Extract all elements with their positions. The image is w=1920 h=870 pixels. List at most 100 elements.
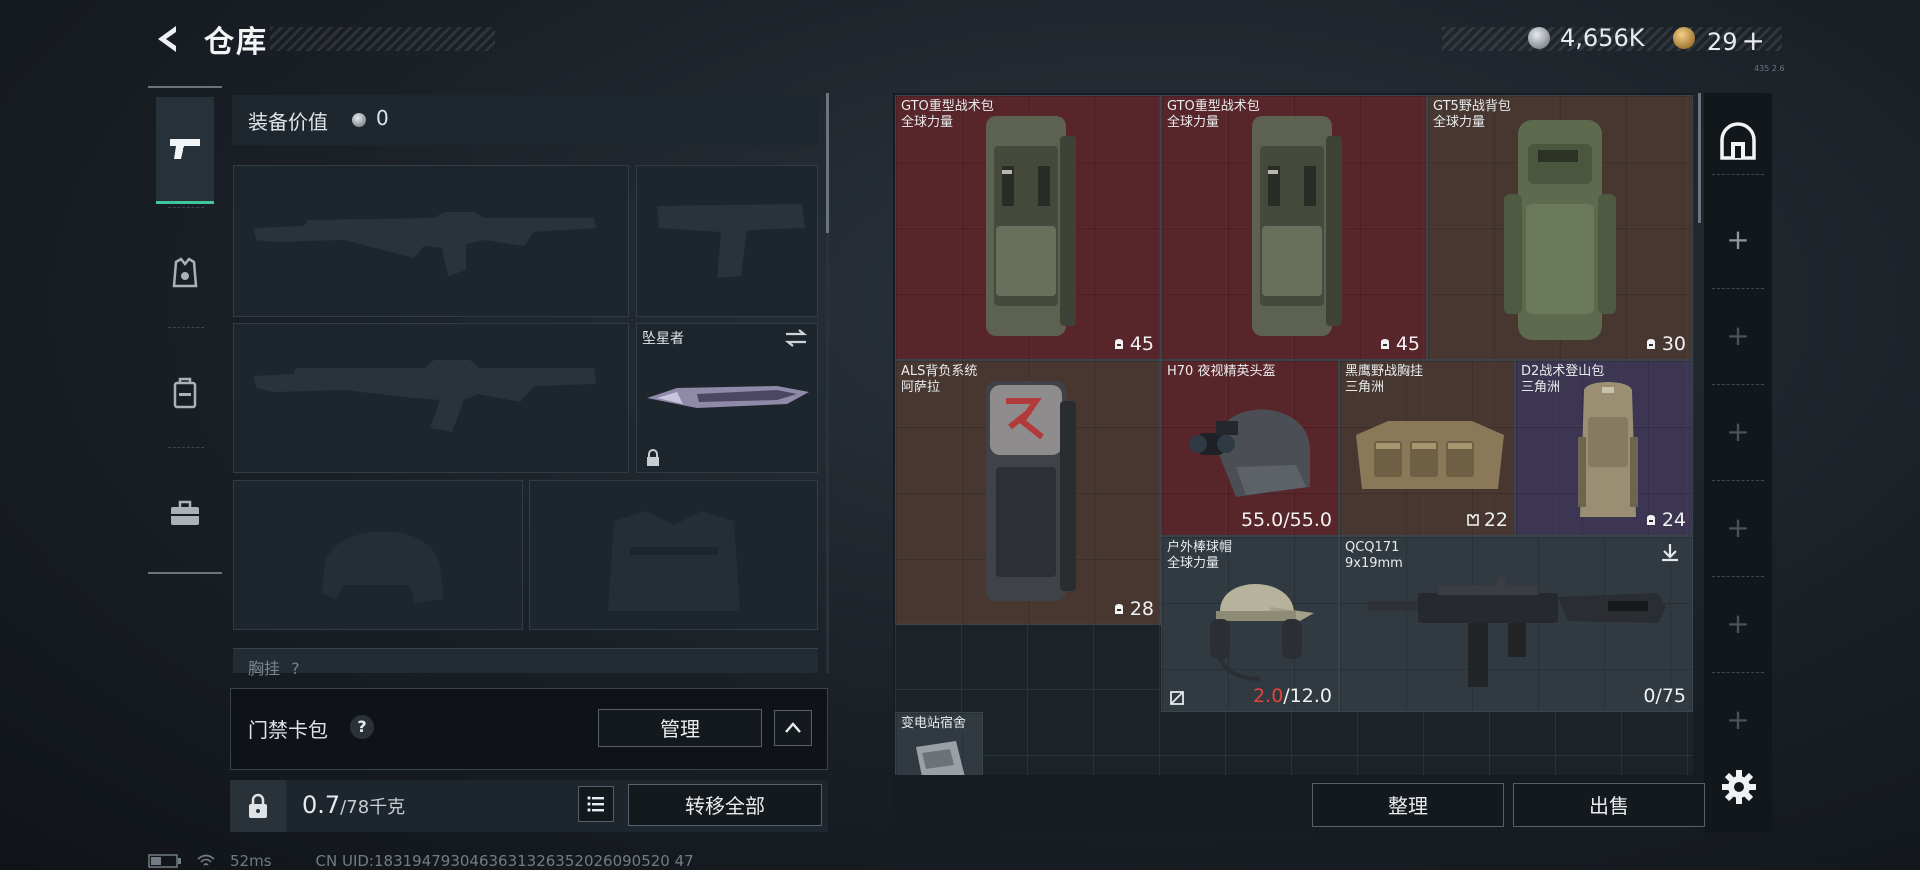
stash-page-1-tab[interactable]	[1712, 110, 1764, 175]
equipment-value: 0	[376, 106, 389, 130]
tab-case[interactable]	[156, 461, 214, 565]
durability-badge: 55.0/55.0	[1241, 509, 1332, 531]
melee-name: 坠星者	[642, 331, 684, 347]
sell-button[interactable]: 出售	[1513, 783, 1705, 827]
carry-weight-current: 0.7	[302, 791, 341, 819]
chest-rig-slot-header[interactable]	[233, 648, 818, 673]
rifle-silhouette-icon	[254, 212, 596, 276]
status-bar: 52ms CN UID:1831947930463631326352026090…	[148, 852, 694, 870]
loadout-scrollbar[interactable]	[826, 93, 829, 233]
add-stash-page-button[interactable]: +	[1724, 322, 1752, 350]
vest-icon	[172, 257, 198, 288]
stash-item[interactable]: H70 夜视精英头盔 55.0/55.0	[1161, 360, 1339, 536]
stash-item[interactable]: 黑鹰野战胸挂 三角洲 22	[1339, 360, 1515, 536]
add-stash-page-button[interactable]: +	[1724, 610, 1752, 638]
collapse-button[interactable]	[774, 710, 812, 746]
backpack-capacity-icon	[1646, 339, 1655, 349]
primary-weapon-slot-2[interactable]	[233, 323, 629, 473]
item-subtitle: 全球力量	[1433, 115, 1486, 130]
chest-rig-label: 胸挂 ?	[248, 655, 300, 679]
item-subtitle: 三角洲	[1521, 380, 1561, 395]
backpack-icon	[986, 116, 1076, 336]
stash-scrollbar[interactable]	[1698, 93, 1701, 223]
item-title: GT5野战背包	[1433, 99, 1511, 114]
ticket-balance[interactable]: 29 +	[1707, 24, 1765, 57]
back-button[interactable]	[150, 22, 184, 56]
item-title: GTO重型战术包	[1167, 99, 1260, 114]
stash-item[interactable]: 变电站宿舍	[895, 712, 983, 775]
armor-silhouette-icon	[608, 511, 740, 611]
stash-item[interactable]: GT5野战背包 全球力量 30	[1427, 95, 1693, 360]
add-stash-page-button[interactable]: +	[1724, 514, 1752, 542]
title-decoration	[270, 27, 495, 51]
weight-lock-button[interactable]	[230, 780, 286, 832]
night-vision-helmet-icon	[1189, 409, 1310, 497]
item-subtitle: 全球力量	[1167, 556, 1220, 571]
download-icon[interactable]	[1658, 541, 1682, 565]
capacity-value: 22	[1483, 509, 1508, 531]
backpack-icon	[1504, 120, 1616, 340]
add-stash-page-button[interactable]: +	[1724, 706, 1752, 734]
item-subtitle: 全球力量	[1167, 115, 1220, 130]
item-title: 户外棒球帽	[1167, 540, 1233, 555]
add-stash-page-button[interactable]: +	[1724, 226, 1752, 254]
keycard-label: 门禁卡包	[248, 718, 328, 742]
item-title: QCQ171	[1345, 540, 1400, 555]
item-title: 黑鹰野战胸挂	[1345, 364, 1424, 379]
capacity-value: 24	[1661, 509, 1686, 531]
stash-item[interactable]: 户外棒球帽 全球力量 2.0/12.0	[1161, 536, 1339, 712]
item-subtitle: 阿萨拉	[901, 380, 941, 395]
manage-keycard-button[interactable]: 管理	[598, 709, 762, 747]
helmet-silhouette-icon	[322, 531, 444, 603]
keycard-help-icon[interactable]: ?	[350, 715, 374, 739]
tab-backpack[interactable]	[156, 341, 214, 445]
add-stash-page-button[interactable]: +	[1724, 418, 1752, 446]
swap-icon[interactable]	[784, 328, 808, 348]
sort-button[interactable]: 整理	[1312, 783, 1504, 827]
briefcase-icon	[171, 500, 199, 525]
lock-icon	[644, 449, 662, 467]
capacity-badge: 45	[1112, 333, 1154, 355]
tab-divider	[168, 207, 204, 209]
stash-item[interactable]: ALS背负系统 阿萨拉 28	[895, 360, 1161, 625]
equipment-value-label: 装备价值	[248, 110, 328, 134]
chest-rig-icon	[1356, 421, 1504, 489]
user-uid: CN UID:1831947930463631326352026090520 4…	[315, 852, 694, 870]
primary-weapon-slot-1[interactable]	[233, 165, 629, 317]
item-name: 黑鹰野战胸挂 三角洲	[1345, 364, 1423, 396]
capacity-badge: 22	[1466, 509, 1508, 531]
durability-max: /55.0	[1283, 509, 1332, 531]
stash-page-divider	[1712, 576, 1764, 577]
add-ticket-button[interactable]: +	[1742, 24, 1765, 57]
pistol-slot[interactable]	[636, 165, 818, 317]
tab-armor[interactable]	[156, 221, 214, 325]
item-title: H70 夜视精英头盔	[1167, 364, 1276, 379]
settings-button[interactable]	[1720, 768, 1758, 806]
stash-page-divider	[1712, 672, 1764, 673]
list-view-button[interactable]	[578, 786, 614, 822]
stash-item[interactable]: QCQ171 9x19mm 0/75	[1339, 536, 1693, 712]
capacity-value: 28	[1129, 598, 1154, 620]
helmet-slot[interactable]	[233, 480, 523, 630]
backpack-capacity-icon	[1646, 515, 1655, 525]
chevron-up-icon	[785, 722, 801, 733]
armor-slot[interactable]	[529, 480, 818, 630]
tab-weapons[interactable]	[156, 97, 214, 204]
tab-divider	[168, 327, 204, 329]
vest-capacity-icon	[1467, 514, 1479, 526]
lock-icon	[249, 793, 267, 818]
stash-item[interactable]: GTO重型战术包 全球力量 45	[895, 95, 1161, 360]
help-icon: ?	[291, 659, 300, 678]
stash-item[interactable]: D2战术登山包 三角洲 24	[1515, 360, 1693, 536]
tabs-bracket-bottom	[148, 572, 222, 574]
loadout-tabs	[148, 87, 224, 574]
transfer-all-button[interactable]: 转移全部	[628, 784, 822, 826]
list-icon	[587, 796, 604, 812]
stash-page-divider	[1712, 480, 1764, 481]
stash-item[interactable]: GTO重型战术包 全球力量 45	[1161, 95, 1427, 360]
carry-weight: 0.7/78千克	[302, 791, 405, 819]
item-name: QCQ171 9x19mm	[1345, 540, 1403, 572]
item-subtitle: 全球力量	[901, 115, 954, 130]
backpack-icon	[986, 381, 1076, 601]
silver-coin-icon	[352, 113, 366, 127]
